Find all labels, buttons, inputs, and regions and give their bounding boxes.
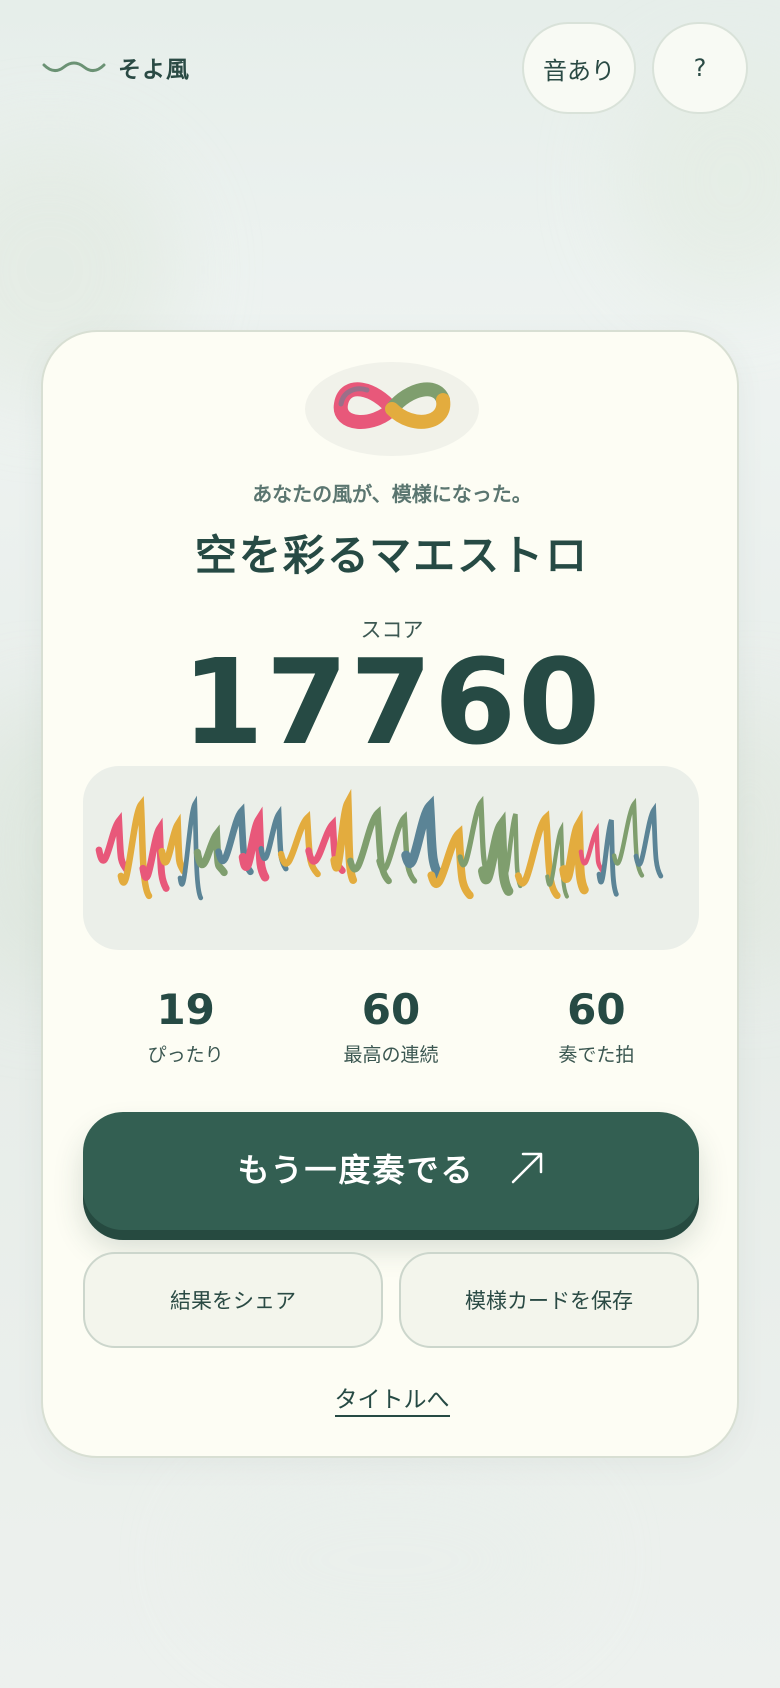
pattern-stroke <box>457 795 492 880</box>
app-header: そよ風 音あり ? <box>0 0 780 140</box>
pattern-stroke <box>117 795 153 900</box>
help-button[interactable]: ? <box>652 22 748 114</box>
arrow-up-right-icon <box>509 1150 545 1186</box>
wind-wave-icon <box>42 57 106 77</box>
wind-pattern <box>83 766 699 950</box>
pattern-stroke <box>478 811 514 896</box>
replay-label: もう一度奏でる <box>237 1151 475 1189</box>
score-value: 17760 <box>181 633 603 771</box>
save-pattern-card-button[interactable]: 模様カードを保存 <box>399 1252 699 1348</box>
pattern-stroke <box>633 802 664 879</box>
result-title: 空を彩るマエストロ <box>194 531 590 580</box>
pattern-stroke <box>95 811 131 874</box>
stat-value: 60 <box>567 985 626 1034</box>
share-result-button[interactable]: 結果をシェア <box>83 1252 383 1348</box>
infinity-ribbon-icon <box>305 362 479 456</box>
stat-label: ぴったり <box>147 1044 224 1066</box>
pattern-stroke <box>158 813 188 875</box>
stat-max-combo: 60 最高の連続 <box>288 982 493 1082</box>
pattern-stroke <box>401 795 444 880</box>
result-tagline: あなたの風が、模様になった。 <box>252 482 532 506</box>
stat-perfect: 19 ぴったり <box>83 982 288 1082</box>
stat-label: 奏でた拍 <box>558 1044 635 1066</box>
app-name: そよ風 <box>118 57 190 83</box>
pattern-stroke <box>376 811 418 884</box>
stat-beats-played: 60 奏でた拍 <box>494 982 699 1082</box>
stat-value: 60 <box>361 985 421 1034</box>
replay-button[interactable]: もう一度奏でる <box>83 1112 699 1230</box>
brand: そよ風 <box>42 50 190 84</box>
back-to-title: タイトルへ <box>43 1380 741 1417</box>
stat-value: 19 <box>156 985 215 1034</box>
result-card: あなたの風が、模様になった。 空を彩るマエストロ スコア 17760 19 ぴっ… <box>41 330 739 1458</box>
stats-row: 19 ぴったり 60 最高の連続 60 奏でた拍 <box>83 982 699 1082</box>
pattern-stroke <box>578 822 606 874</box>
back-to-title-link[interactable]: タイトルへ <box>334 1387 450 1417</box>
sound-toggle-button[interactable]: 音あり <box>522 22 636 114</box>
stat-label: 最高の連続 <box>343 1044 439 1066</box>
pattern-stroke <box>277 810 321 878</box>
